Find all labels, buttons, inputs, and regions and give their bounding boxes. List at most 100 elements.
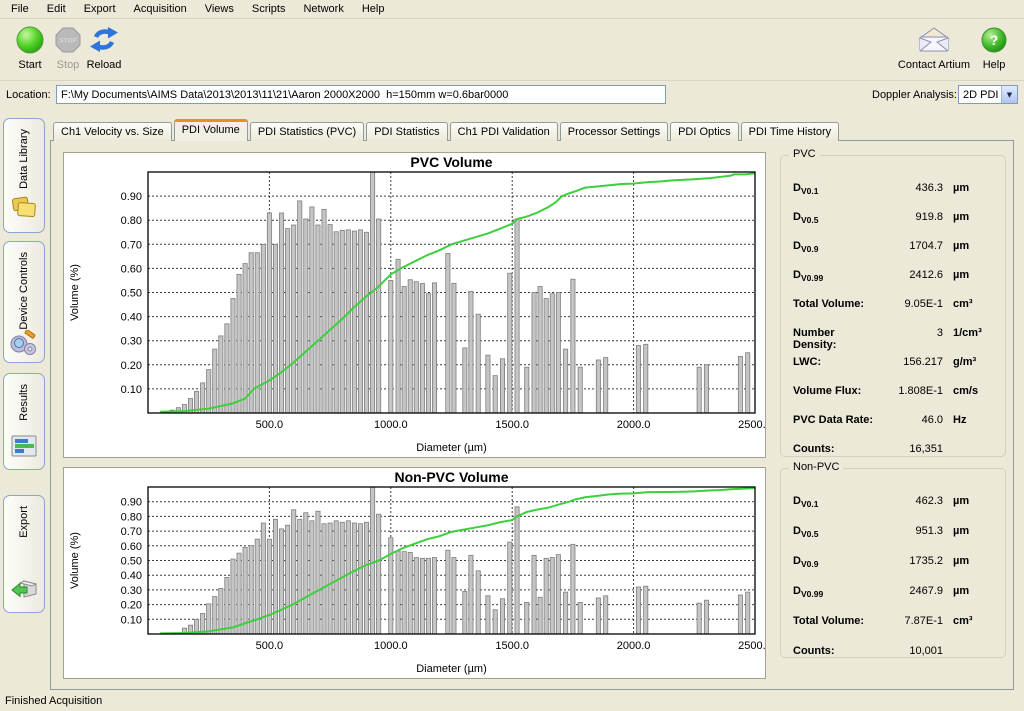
stat-value: 1.808E-1	[875, 385, 943, 397]
stat-row-volume-flux: Volume Flux:1.808E-1cm/s	[793, 385, 997, 414]
svg-text:0.10: 0.10	[121, 614, 142, 626]
stat-label: DV0.9	[793, 555, 875, 569]
stat-value: 2467.9	[875, 585, 943, 597]
stat-row-pvc-data-rate: PVC Data Rate:46.0Hz	[793, 414, 997, 443]
contact-artium-label: Contact Artium	[896, 59, 972, 71]
stat-value: 436.3	[875, 182, 943, 194]
stat-row-dv0-5: DV0.5919.8µm	[793, 211, 997, 240]
tab-processor-settings[interactable]: Processor Settings	[560, 122, 668, 141]
reload-button[interactable]: Reload	[76, 23, 132, 71]
stat-unit: µm	[953, 182, 997, 194]
stat-row-counts: Counts:10,001	[793, 645, 997, 675]
sidebar-item-label: Device Controls	[18, 252, 30, 330]
tab-pdi-statistics-pvc[interactable]: PDI Statistics (PVC)	[250, 122, 364, 141]
menu-item-network[interactable]: Network	[294, 1, 352, 17]
gears-icon	[9, 330, 39, 359]
tab-ch1-pdi-validation[interactable]: Ch1 PDI Validation	[450, 122, 558, 141]
pvc-stats-groupbox: PVC DV0.1436.3µmDV0.5919.8µmDV0.91704.7µ…	[780, 155, 1006, 457]
nonpvc-volume-chart: 0.100.200.300.400.500.600.700.800.90500.…	[64, 468, 765, 678]
stat-row-total-volume: Total Volume:9.05E-1cm³	[793, 298, 997, 327]
help-label: Help	[972, 59, 1016, 71]
stat-row-dv0-1: DV0.1462.3µm	[793, 495, 997, 525]
stat-value: 1735.2	[875, 555, 943, 567]
svg-text:0.60: 0.60	[121, 263, 142, 275]
svg-text:0.80: 0.80	[121, 215, 142, 227]
stat-unit: 1/cm³	[953, 327, 997, 339]
menu-item-export[interactable]: Export	[75, 1, 125, 17]
menu-item-views[interactable]: Views	[196, 1, 243, 17]
svg-text:0.70: 0.70	[121, 526, 142, 538]
stat-value: 462.3	[875, 495, 943, 507]
help-button[interactable]: ? Help	[972, 23, 1016, 71]
stat-unit: cm³	[953, 615, 997, 627]
results-chart-icon	[10, 434, 38, 461]
sidebar-item-device-controls[interactable]: Device Controls	[3, 241, 45, 363]
svg-text:Non-PVC Volume: Non-PVC Volume	[394, 469, 508, 485]
stat-row-dv0-99: DV0.992467.9µm	[793, 585, 997, 615]
svg-text:PVC Volume: PVC Volume	[410, 154, 492, 170]
pdi-volume-panel: 0.100.200.300.400.500.600.700.800.90500.…	[50, 140, 1014, 690]
svg-text:0.50: 0.50	[121, 556, 142, 568]
tab-pdi-time-history[interactable]: PDI Time History	[741, 122, 840, 141]
chevron-down-icon[interactable]: ▼	[1001, 86, 1017, 103]
doppler-analysis-label: Doppler Analysis:	[872, 89, 957, 101]
svg-text:0.90: 0.90	[121, 191, 142, 203]
menu-item-file[interactable]: File	[2, 1, 38, 17]
stat-unit: µm	[953, 585, 997, 597]
menu-item-edit[interactable]: Edit	[38, 1, 75, 17]
help-icon: ?	[972, 23, 1016, 57]
svg-text:0.50: 0.50	[121, 288, 142, 300]
svg-text:0.20: 0.20	[121, 600, 142, 612]
stat-value: 16,351	[875, 443, 943, 455]
svg-text:0.20: 0.20	[121, 360, 142, 372]
tab-pdi-optics[interactable]: PDI Optics	[670, 122, 739, 141]
stat-value: 3	[875, 327, 943, 339]
svg-text:?: ?	[990, 32, 999, 48]
sidebar-item-results[interactable]: Results	[3, 373, 45, 470]
svg-text:0.30: 0.30	[121, 336, 142, 348]
stat-unit: µm	[953, 240, 997, 252]
svg-text:1000.0: 1000.0	[374, 419, 408, 431]
stat-unit: µm	[953, 555, 997, 567]
tab-ch1-velocity-vs-size[interactable]: Ch1 Velocity vs. Size	[53, 122, 172, 141]
stat-value: 46.0	[875, 414, 943, 426]
stat-value: 9.05E-1	[875, 298, 943, 310]
stat-label: DV0.9	[793, 240, 875, 254]
svg-text:0.40: 0.40	[121, 570, 142, 582]
stat-label: DV0.5	[793, 211, 875, 225]
sidebar-item-export[interactable]: Export	[3, 495, 45, 613]
envelope-icon	[896, 23, 972, 57]
stat-label: Counts:	[793, 443, 875, 455]
stat-label: Total Volume:	[793, 298, 875, 310]
menu-bar: FileEditExportAcquisitionViewsScriptsNet…	[0, 0, 1024, 19]
stat-value: 7.87E-1	[875, 615, 943, 627]
stat-label: Number Density:	[793, 327, 875, 351]
doppler-analysis-select[interactable]: 2D PDI ▼	[958, 85, 1018, 104]
menu-item-help[interactable]: Help	[353, 1, 394, 17]
menu-item-scripts[interactable]: Scripts	[243, 1, 295, 17]
contact-artium-button[interactable]: Contact Artium	[896, 23, 972, 71]
stat-unit: g/m³	[953, 356, 997, 368]
stat-label: Total Volume:	[793, 615, 875, 627]
stat-unit: Hz	[953, 414, 997, 426]
svg-text:1500.0: 1500.0	[495, 640, 529, 652]
stat-label: Counts:	[793, 645, 875, 657]
stat-value: 2412.6	[875, 269, 943, 281]
stat-row-dv0-99: DV0.992412.6µm	[793, 269, 997, 298]
stat-unit: µm	[953, 525, 997, 537]
sidebar-item-label: Results	[18, 384, 30, 421]
tab-pdi-volume[interactable]: PDI Volume	[174, 119, 248, 141]
tab-pdi-statistics[interactable]: PDI Statistics	[366, 122, 447, 141]
svg-text:0.80: 0.80	[121, 511, 142, 523]
doppler-analysis-value: 2D PDI	[959, 89, 1001, 101]
svg-text:0.70: 0.70	[121, 239, 142, 251]
reload-label: Reload	[76, 59, 132, 71]
location-label: Location:	[6, 89, 51, 101]
location-input[interactable]	[56, 85, 666, 104]
sidebar-item-data-library[interactable]: Data Library	[3, 118, 45, 233]
menu-item-acquisition[interactable]: Acquisition	[125, 1, 196, 17]
nonpvc-stats-title: Non-PVC	[789, 461, 843, 473]
svg-text:Volume (%): Volume (%)	[69, 532, 81, 589]
stat-value: 919.8	[875, 211, 943, 223]
stat-label: DV0.1	[793, 182, 875, 196]
